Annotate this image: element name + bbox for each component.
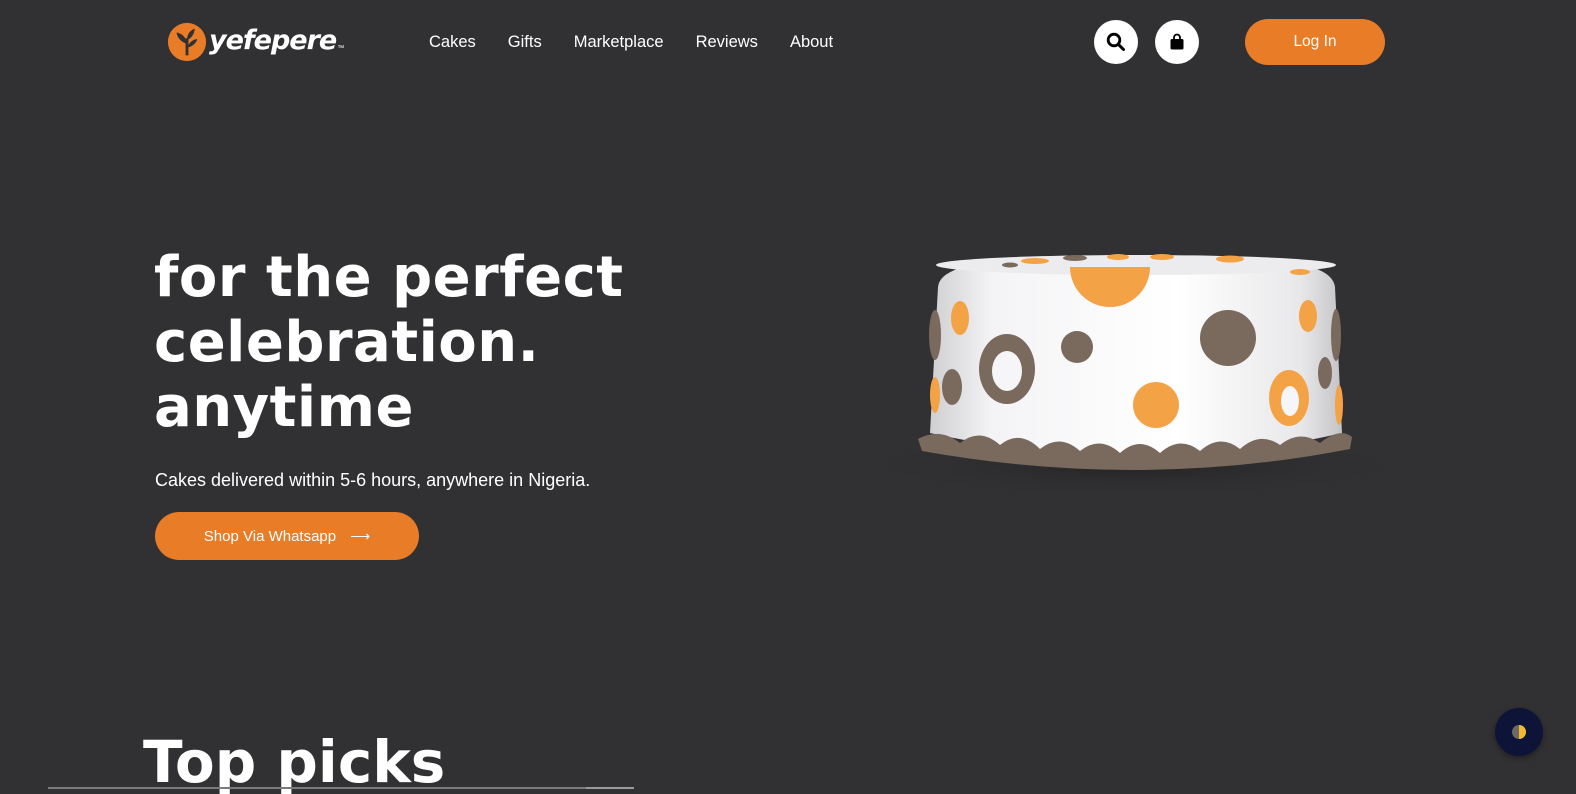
nav-item-gifts[interactable]: Gifts <box>508 33 542 52</box>
chat-widget-button[interactable] <box>1495 708 1543 756</box>
hero-cake-image <box>845 215 1440 515</box>
shopping-bag-icon <box>1170 33 1184 50</box>
cta-label: Shop Via Whatsapp <box>203 527 337 545</box>
carousel-scroll-track[interactable] <box>48 787 634 789</box>
login-button[interactable]: Log In <box>1245 19 1385 65</box>
hero-title-line: for the perfect <box>154 245 624 310</box>
shop-whatsapp-button[interactable]: Shop Via Whatsapp ⟶ <box>155 512 419 560</box>
arrow-right-icon: ⟶ <box>350 527 371 544</box>
hero-subtitle: Cakes delivered within 5-6 hours, anywhe… <box>155 470 591 490</box>
hero-title-line: celebration. <box>154 310 540 375</box>
top-picks-title: Top picks <box>143 728 446 794</box>
brand-logo[interactable]: yefepere ™ <box>166 20 344 64</box>
hero-title-line: anytime <box>154 375 414 440</box>
nav-item-marketplace[interactable]: Marketplace <box>574 33 664 52</box>
nav-item-about[interactable]: About <box>790 33 833 52</box>
carousel-scroll-thumb[interactable] <box>586 787 634 789</box>
cart-button[interactable] <box>1155 20 1199 64</box>
hero-title: for the perfect celebration. anytime <box>154 245 714 440</box>
nav-item-reviews[interactable]: Reviews <box>696 33 758 52</box>
trademark-symbol: ™ <box>337 44 345 52</box>
nav-item-cakes[interactable]: Cakes <box>429 33 476 52</box>
chat-widget-icon <box>1512 725 1526 739</box>
cake-illustration <box>845 254 1425 500</box>
site-header: yefepere ™ Cakes Gifts Marketplace Revie… <box>0 0 1576 84</box>
leaf-logo-icon <box>167 22 207 62</box>
main-nav: Cakes Gifts Marketplace Reviews About <box>429 33 865 52</box>
brand-name: yefepere <box>209 24 337 56</box>
search-button[interactable] <box>1094 20 1138 64</box>
search-icon <box>1106 32 1125 51</box>
